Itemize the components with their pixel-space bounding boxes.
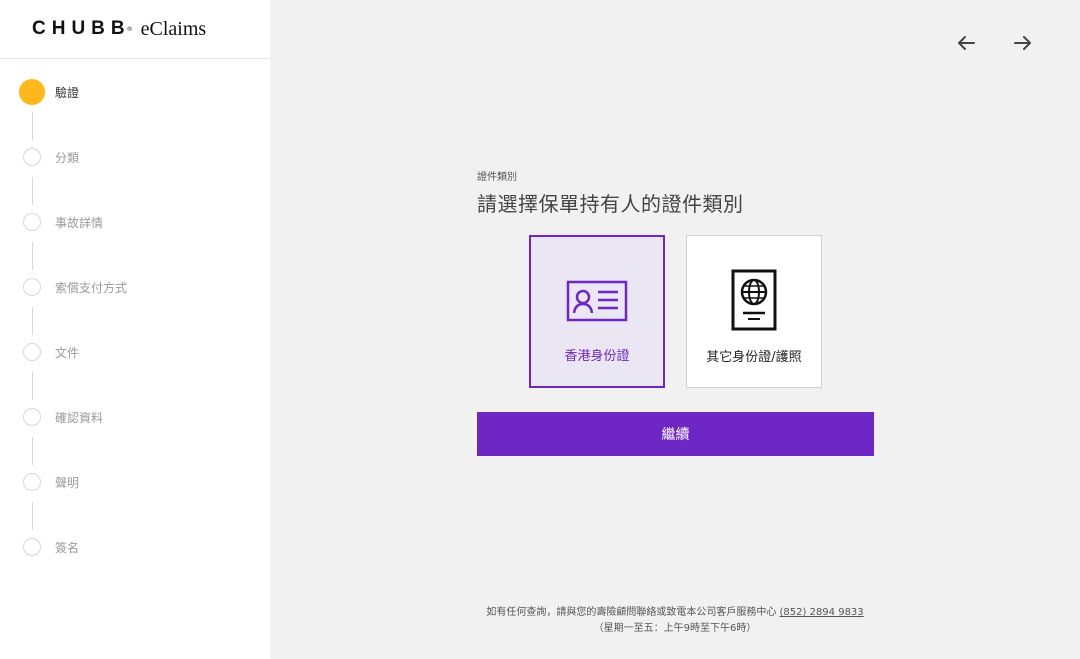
step-label: 聲明 bbox=[55, 476, 80, 490]
section-label: 證件類別 bbox=[477, 172, 517, 183]
arrow-right-icon bbox=[1014, 36, 1031, 50]
arrow-left-icon bbox=[958, 36, 975, 50]
step-payment-method[interactable]: 索償支付方式 bbox=[0, 272, 270, 302]
step-indicator bbox=[23, 213, 41, 231]
step-indicator bbox=[23, 278, 41, 296]
option-other-id-passport[interactable]: 其它身份證/護照 bbox=[686, 235, 822, 388]
step-indicator bbox=[23, 343, 41, 361]
step-indicator-active bbox=[19, 79, 45, 105]
step-connector bbox=[32, 372, 33, 400]
continue-button[interactable]: 繼續 bbox=[477, 412, 874, 456]
option-label: 其它身份證/護照 bbox=[706, 350, 802, 365]
step-indicator bbox=[23, 473, 41, 491]
step-indicator bbox=[23, 538, 41, 556]
footer-hours: （星期一至五：上午9時至下午6時） bbox=[593, 623, 757, 634]
step-indicator bbox=[23, 148, 41, 166]
eclaims-logo-text: eClaims bbox=[140, 17, 207, 40]
chubb-logo-text: CHUBB bbox=[32, 18, 131, 39]
passport-icon bbox=[687, 269, 821, 331]
footer-contact: 如有任何查詢，請與您的壽險顧問聯絡或致電本公司客戶服務中心 (852) 2894… bbox=[470, 605, 880, 637]
step-connector bbox=[32, 177, 33, 205]
step-label: 確認資料 bbox=[55, 411, 104, 425]
step-indicator bbox=[23, 408, 41, 426]
step-category[interactable]: 分類 bbox=[0, 142, 270, 172]
step-connector bbox=[32, 112, 33, 140]
footer-text: 如有任何查詢，請與您的壽險顧問聯絡或致電本公司客戶服務中心 bbox=[486, 607, 780, 618]
step-documents[interactable]: 文件 bbox=[0, 337, 270, 367]
step-label: 事故詳情 bbox=[55, 216, 104, 230]
forward-button[interactable] bbox=[1010, 30, 1036, 56]
step-connector bbox=[32, 437, 33, 465]
registered-mark: ® bbox=[126, 25, 133, 33]
step-label: 索償支付方式 bbox=[55, 281, 128, 295]
step-incident-details[interactable]: 事故詳情 bbox=[0, 207, 270, 237]
sidebar: CHUBB ® eClaims 驗證 分類 事故詳情 索償支付方式 文件 確認資… bbox=[0, 0, 270, 659]
document-type-section: 證件類別 請選擇保單持有人的證件類別 bbox=[477, 168, 874, 217]
step-connector bbox=[32, 307, 33, 335]
option-hk-id-card[interactable]: 香港身份證 bbox=[529, 235, 665, 388]
back-button[interactable] bbox=[953, 30, 979, 56]
step-declaration[interactable]: 聲明 bbox=[0, 467, 270, 497]
step-verification[interactable]: 驗證 bbox=[0, 77, 270, 107]
step-label: 分類 bbox=[55, 151, 80, 165]
option-label: 香港身份證 bbox=[564, 349, 630, 364]
step-label: 驗證 bbox=[55, 86, 80, 100]
step-connector bbox=[32, 242, 33, 270]
step-label: 文件 bbox=[55, 346, 80, 360]
step-connector bbox=[32, 502, 33, 530]
id-card-icon bbox=[531, 280, 663, 322]
phone-link[interactable]: (852) 2894 9833 bbox=[780, 607, 864, 618]
step-confirm-info[interactable]: 確認資料 bbox=[0, 402, 270, 432]
step-label: 簽名 bbox=[55, 541, 80, 555]
brand-logo[interactable]: CHUBB ® eClaims bbox=[0, 0, 270, 59]
page-title: 請選擇保單持有人的證件類別 bbox=[477, 192, 744, 216]
footer-line-1: 如有任何查詢，請與您的壽險顧問聯絡或致電本公司客戶服務中心 (852) 2894… bbox=[470, 605, 880, 621]
step-signature[interactable]: 簽名 bbox=[0, 532, 270, 562]
